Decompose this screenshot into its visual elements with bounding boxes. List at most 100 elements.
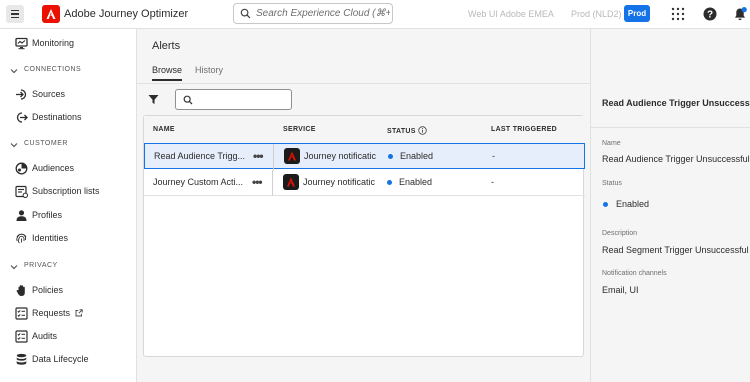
sidebar-item-label: Destinations — [32, 112, 82, 122]
details-divider — [591, 127, 750, 128]
hand-icon — [15, 284, 28, 297]
sidebar-item-label: Audiences — [32, 163, 75, 173]
column-divider — [273, 144, 274, 170]
database-icon — [15, 353, 28, 366]
sidebar-item-monitoring[interactable]: Monitoring — [0, 33, 136, 53]
section-label: CONNECTIONS — [24, 66, 82, 73]
sidebar-item-subscription-lists[interactable]: Subscription lists — [0, 181, 136, 201]
search-input[interactable] — [256, 5, 390, 22]
sidebar-item-label: Sources — [32, 89, 66, 99]
checklist-icon — [15, 306, 28, 320]
status-label: Status — [602, 180, 622, 187]
sidebar-item-identities[interactable]: Identities — [0, 228, 136, 248]
sidebar-item-profiles[interactable]: Profiles — [0, 205, 136, 225]
apps-grid-icon[interactable] — [670, 6, 686, 22]
destinations-icon — [15, 111, 28, 124]
channels-value: Email, UI — [602, 285, 639, 295]
sidebar-item-data-lifecycle[interactable]: Data Lifecycle — [0, 349, 136, 369]
section-connections[interactable]: CONNECTIONS — [0, 64, 136, 78]
adobe-logo-icon[interactable] — [42, 5, 60, 23]
table-row[interactable]: Read Audience Trigg... ••• Journey notif… — [144, 143, 585, 170]
status-dot — [388, 154, 393, 159]
svg-text:?: ? — [707, 10, 713, 21]
table-row[interactable]: Journey Custom Acti... ••• Journey notif… — [144, 170, 585, 196]
tab-browse[interactable]: Browse — [152, 65, 182, 75]
monitor-icon — [15, 37, 28, 50]
status-dot — [387, 180, 392, 185]
chevron-down-icon — [10, 143, 18, 148]
external-link-icon — [75, 309, 83, 317]
sidebar-item-label: Subscription lists — [32, 186, 100, 196]
sidebar-item-destinations[interactable]: Destinations — [0, 107, 136, 127]
column-divider — [272, 170, 273, 196]
section-customer[interactable]: CUSTOMER — [0, 138, 136, 152]
sidebar-item-label: Monitoring — [32, 38, 75, 48]
column-header-name[interactable]: NAME — [153, 126, 175, 133]
name-label: Name — [602, 140, 621, 147]
sidebar-item-audits[interactable]: Audits — [0, 326, 136, 346]
chevron-down-icon — [10, 265, 18, 270]
info-icon[interactable] — [418, 126, 427, 135]
journey-optimizer-logo-icon — [283, 174, 299, 190]
global-search[interactable] — [233, 3, 393, 24]
section-label: PRIVACY — [24, 262, 58, 269]
sidebar-item-label: Policies — [32, 285, 64, 295]
chevron-down-icon — [10, 69, 18, 74]
environment-badge[interactable]: Prod — [624, 5, 650, 22]
sidebar-item-sources[interactable]: Sources — [0, 84, 136, 104]
top-bar: Adobe Journey Optimizer Web UI Adobe EME… — [0, 0, 750, 29]
description-value: Read Segment Trigger Unsuccessful — [602, 245, 749, 255]
row-name: Journey Custom Acti... — [153, 177, 244, 187]
page-title: Alerts — [152, 40, 181, 52]
table-header: NAME SERVICE STATUS LAST TRIGGERED — [144, 116, 585, 143]
row-service: Journey notificatic — [303, 177, 376, 187]
search-icon — [183, 95, 193, 105]
sidebar: Monitoring CONNECTIONS Sources Destinati… — [0, 29, 137, 382]
details-panel: Read Audience Trigger Unsuccessful Name … — [590, 29, 750, 382]
sidebar-item-policies[interactable]: Policies — [0, 280, 136, 300]
requests-label: Requests — [32, 308, 71, 318]
row-last-triggered: - — [492, 151, 495, 161]
alerts-table: NAME SERVICE STATUS LAST TRIGGERED Read … — [143, 115, 585, 357]
section-privacy[interactable]: PRIVACY — [0, 260, 136, 274]
org-switcher[interactable]: Web UI Adobe EMEA — [468, 9, 554, 19]
sidebar-item-label: Identities — [32, 233, 69, 243]
tab-divider — [137, 83, 590, 84]
more-actions-icon[interactable]: ••• — [253, 149, 264, 163]
active-tab-indicator — [152, 79, 182, 81]
audiences-icon — [15, 162, 28, 175]
sidebar-item-label: Audits — [32, 331, 58, 341]
fingerprint-icon — [15, 232, 28, 245]
row-last-triggered: - — [491, 177, 494, 187]
bell-icon[interactable] — [732, 6, 748, 22]
filter-icon[interactable] — [148, 94, 159, 105]
row-status: Enabled — [400, 151, 434, 161]
status-dot — [603, 202, 608, 207]
sidebar-item-label: Data Lifecycle — [32, 354, 89, 364]
sandbox-switcher[interactable]: Prod (NLD2) — [571, 9, 622, 19]
help-icon[interactable]: ? — [702, 6, 718, 22]
tab-history[interactable]: History — [195, 65, 223, 75]
audit-icon — [15, 329, 28, 343]
alerts-search[interactable] — [175, 89, 292, 110]
sidebar-item-label: Requests — [32, 308, 83, 318]
row-status: Enabled — [399, 177, 433, 187]
app-name[interactable]: Adobe Journey Optimizer — [64, 8, 188, 20]
sidebar-item-audiences[interactable]: Audiences — [0, 158, 136, 178]
name-value: Read Audience Trigger Unsuccessful — [602, 154, 750, 164]
sidebar-item-label: Profiles — [32, 210, 63, 220]
more-actions-icon[interactable]: ••• — [252, 175, 263, 189]
status-value: Enabled — [616, 199, 650, 209]
main-content: Alerts Browse History NAME SERVICE STATU… — [137, 29, 590, 382]
row-name: Read Audience Trigg... — [154, 151, 246, 161]
alerts-search-input[interactable] — [198, 92, 288, 107]
journey-optimizer-logo-icon — [284, 148, 300, 164]
menu-icon[interactable] — [6, 5, 24, 23]
profile-icon — [15, 209, 28, 222]
column-header-last-triggered[interactable]: LAST TRIGGERED — [491, 126, 557, 133]
channels-label: Notification channels — [602, 270, 667, 277]
description-label: Description — [602, 230, 638, 237]
column-header-status[interactable]: STATUS — [387, 126, 427, 135]
column-header-service[interactable]: SERVICE — [283, 126, 316, 133]
sidebar-item-requests[interactable]: Requests — [0, 303, 136, 323]
